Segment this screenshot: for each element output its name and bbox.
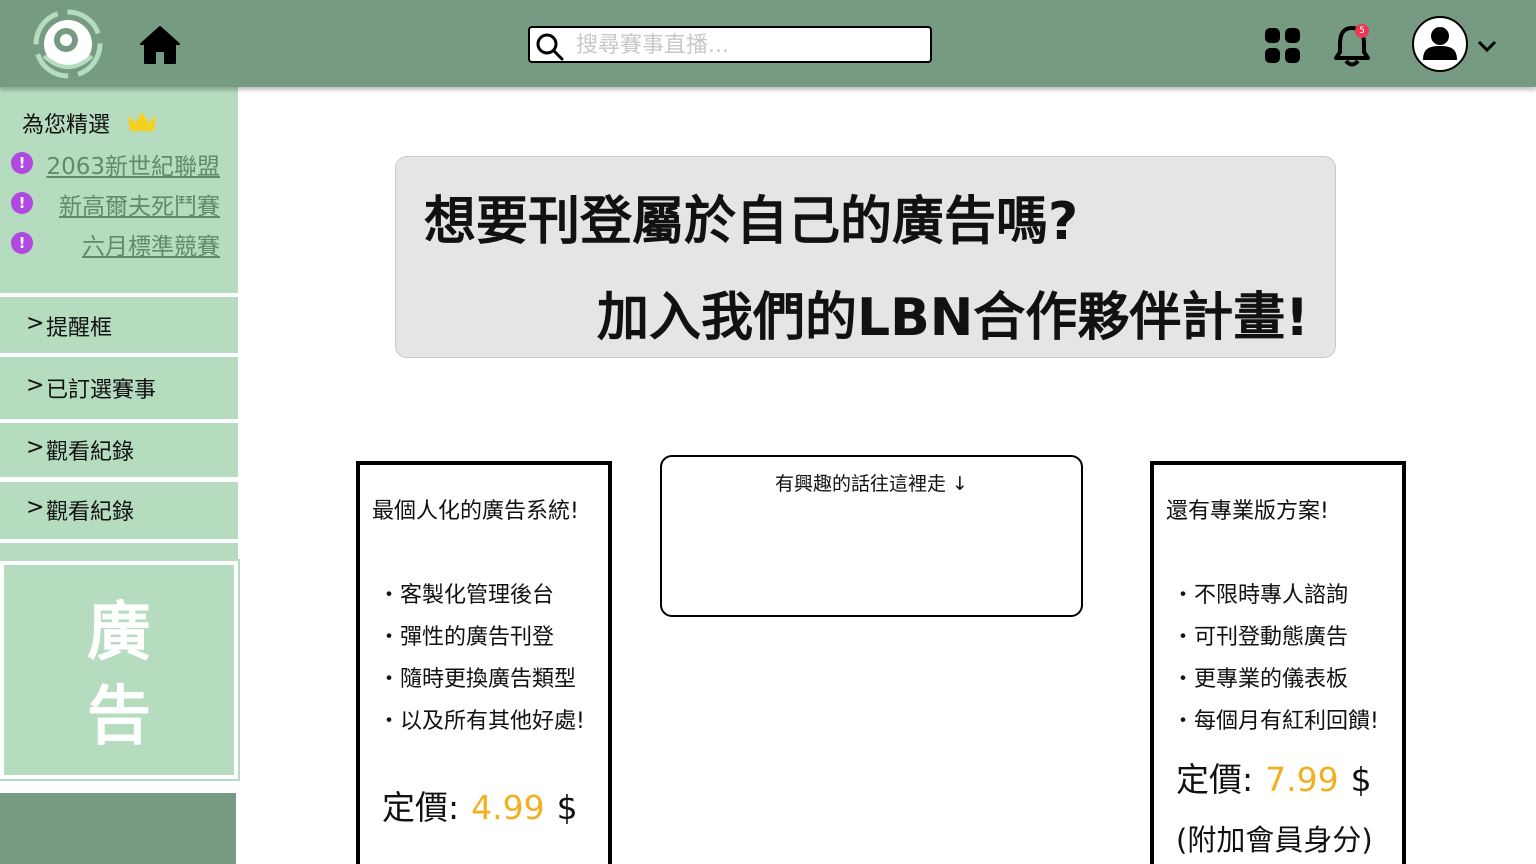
top-bar: 5: [0, 0, 1536, 87]
search-icon: [536, 33, 564, 61]
sidebar-item-label: 觀看紀錄: [46, 500, 135, 525]
chevron-right-icon: >: [26, 435, 45, 460]
feature-item: ・彈性的廣告刊登: [378, 625, 555, 650]
home-icon[interactable]: [138, 24, 182, 66]
sidebar-item-reminders[interactable]: > 提醒框: [0, 297, 238, 353]
notification-badge: 5: [1355, 24, 1369, 38]
search-bar[interactable]: [528, 26, 932, 63]
partner-banner: 想要刊登屬於自己的廣告嗎? 加入我們的LBN合作夥伴計畫!: [395, 156, 1336, 358]
crown-icon: [128, 112, 156, 131]
pro-plan-note: (附加會員身分): [1176, 823, 1373, 857]
pro-plan-title: 還有專業版方案!: [1166, 499, 1329, 524]
sidebar-item-history-2[interactable]: > 觀看紀錄: [0, 482, 238, 539]
alert-icon: !: [11, 232, 33, 254]
apps-grid-icon[interactable]: [1264, 27, 1302, 65]
sidebar: 為您精選 ! 2063新世紀聯盟 ! 新高爾夫死鬥賽 ! 六月標準競賽 > 提醒…: [0, 87, 240, 864]
feature-item: ・更專業的儀表板: [1172, 667, 1349, 692]
sidebar-item-history[interactable]: > 觀看紀錄: [0, 423, 238, 477]
pro-plan-card: 還有專業版方案! ・不限時專人諮詢 ・可刊登動態廣告 ・更專業的儀表板 ・每個月…: [1150, 461, 1406, 864]
banner-subheadline: 加入我們的LBN合作夥伴計畫!: [596, 288, 1309, 348]
sidebar-item-label: 已訂選賽事: [46, 378, 157, 403]
picks-title: 為您精選: [22, 113, 111, 138]
user-avatar-icon[interactable]: [1412, 16, 1468, 72]
chevron-right-icon: >: [26, 373, 45, 398]
sidebar-ad[interactable]: 廣 告: [0, 559, 240, 781]
chevron-right-icon: >: [26, 311, 45, 336]
search-input[interactable]: [576, 31, 916, 59]
pro-plan-price: 定價: 7.99 $: [1176, 760, 1372, 799]
picks-panel: 為您精選 ! 2063新世紀聯盟 ! 新高爾夫死鬥賽 ! 六月標準競賽: [0, 87, 238, 293]
sidebar-item-subscribed[interactable]: > 已訂選賽事: [0, 357, 238, 419]
basic-plan-price: 定價: 4.99 $: [382, 788, 578, 827]
pick-link-3[interactable]: 六月標準競賽: [82, 227, 220, 261]
feature-item: ・每個月有紅利回饋!: [1172, 709, 1379, 734]
ad-text: 廣 告: [87, 595, 151, 754]
feature-item: ・以及所有其他好處!: [378, 709, 585, 734]
interest-label: 有興趣的話往這裡走 ↓: [775, 473, 968, 495]
chevron-down-icon[interactable]: [1476, 38, 1498, 54]
feature-item: ・不限時專人諮詢: [1172, 583, 1349, 608]
app-logo-icon[interactable]: [30, 8, 106, 80]
basic-plan-card: 最個人化的廣告系統! ・客製化管理後台 ・彈性的廣告刊登 ・隨時更換廣告類型 ・…: [356, 461, 612, 864]
interest-box[interactable]: 有興趣的話往這裡走 ↓: [660, 455, 1083, 617]
pick-link-2[interactable]: 新高爾夫死鬥賽: [59, 187, 220, 221]
pick-link-1[interactable]: 2063新世紀聯盟: [46, 147, 220, 181]
sidebar-footer: [0, 793, 236, 864]
feature-item: ・可刊登動態廣告: [1172, 625, 1349, 650]
alert-icon: !: [11, 192, 33, 214]
sidebar-divider: [0, 543, 238, 559]
feature-item: ・客製化管理後台: [378, 583, 555, 608]
sidebar-item-label: 提醒框: [46, 316, 113, 341]
feature-item: ・隨時更換廣告類型: [378, 667, 577, 692]
chevron-right-icon: >: [26, 495, 45, 520]
alert-icon: !: [11, 152, 33, 174]
basic-plan-title: 最個人化的廣告系統!: [372, 499, 579, 524]
banner-headline: 想要刊登屬於自己的廣告嗎?: [424, 192, 1079, 252]
sidebar-item-label: 觀看紀錄: [46, 440, 135, 465]
